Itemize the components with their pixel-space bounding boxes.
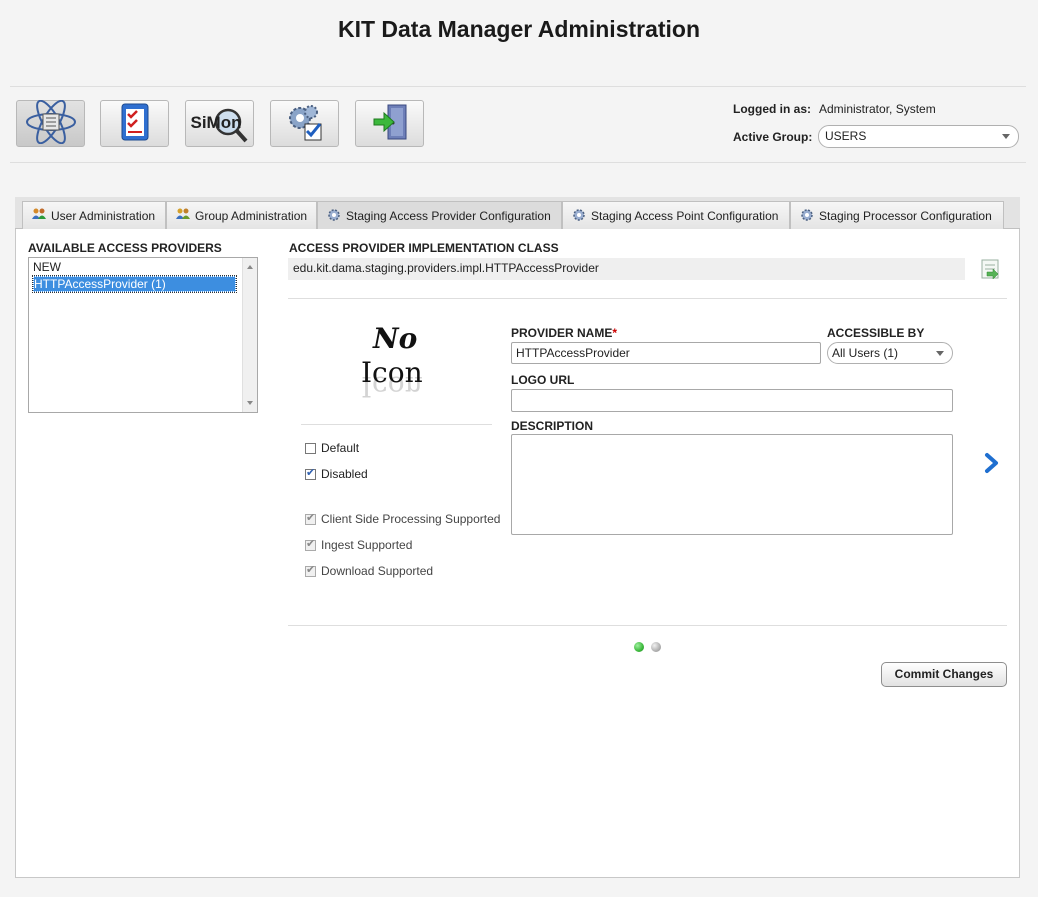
ingest-label: Ingest Supported (321, 538, 413, 552)
list-item-selected[interactable]: HTTPAccessProvider (1) (32, 275, 237, 293)
required-mark: * (612, 326, 618, 340)
group-icon (176, 208, 190, 223)
app-title: KIT Data Manager Administration (337, 16, 701, 42)
icon-divider (301, 424, 492, 425)
pager-dot[interactable] (651, 642, 661, 652)
checklist-button[interactable] (100, 100, 169, 147)
default-checkbox[interactable]: Default (305, 441, 359, 455)
download-supported-checkbox: ✔ Download Supported (305, 564, 433, 578)
impl-class-label: ACCESS PROVIDER IMPLEMENTATION CLASS (289, 241, 559, 255)
footer-divider (288, 625, 1007, 626)
tab-label: User Administration (51, 208, 156, 223)
tab-label: Staging Access Provider Configuration (346, 208, 551, 223)
provider-name-label: PROVIDER NAME* (511, 326, 618, 340)
atom-list-icon (23, 99, 79, 147)
disabled-label: Disabled (321, 467, 368, 481)
checkbox-box[interactable]: ✔ (305, 466, 316, 480)
header-divider-bottom (10, 162, 1026, 163)
ingest-supported-checkbox: ✔ Ingest Supported (305, 538, 412, 552)
check-icon: ✔ (306, 511, 316, 524)
providers-listbox[interactable]: NEW HTTPAccessProvider (1) (28, 257, 258, 413)
client-side-label: Client Side Processing Supported (321, 512, 501, 526)
no-icon-line1: No (373, 322, 418, 355)
scroll-down-icon (247, 401, 253, 405)
pager-dot-active[interactable] (634, 642, 644, 652)
commit-changes-button[interactable]: Commit Changes (881, 662, 1007, 687)
checkbox-box: ✔ (305, 563, 316, 577)
description-textarea[interactable] (511, 434, 953, 535)
gear-icon (800, 208, 814, 224)
active-group-label: Active Group: (733, 130, 813, 144)
listbox-scrollbar[interactable] (242, 258, 257, 412)
accessible-by-label: ACCESSIBLE BY (827, 326, 925, 340)
download-label: Download Supported (321, 564, 434, 578)
header-divider-top (10, 86, 1026, 87)
check-icon: ✔ (306, 466, 316, 479)
impl-class-field: edu.kit.dama.staging.providers.impl.HTTP… (288, 258, 965, 280)
logged-in-label: Logged in as: (733, 102, 811, 116)
checkbox-box[interactable] (305, 442, 316, 454)
tab-staging-processor-configuration[interactable]: Staging Processor Configuration (790, 201, 1004, 229)
administration-button[interactable] (16, 99, 85, 147)
scroll-up-icon (247, 265, 253, 269)
section-divider (288, 298, 1007, 299)
settings-button[interactable] (270, 100, 339, 147)
logo-url-label: LOGO URL (511, 373, 575, 387)
list-item[interactable]: NEW (33, 260, 61, 274)
disabled-checkbox[interactable]: ✔ Disabled (305, 467, 368, 481)
gears-check-icon (283, 100, 327, 147)
tab-label: Staging Access Point Configuration (591, 208, 779, 223)
active-group-select[interactable]: USERS (818, 125, 1019, 148)
simon-button[interactable]: SiMon (185, 100, 254, 147)
checkbox-box: ✔ (305, 537, 316, 551)
default-label: Default (321, 441, 360, 455)
accessible-by-value: All Users (1) (832, 346, 899, 360)
chevron-down-icon (936, 351, 944, 356)
provider-icon-image: No Icon Icon (355, 322, 445, 412)
tab-staging-access-provider-configuration[interactable]: Staging Access Provider Configuration (317, 201, 562, 229)
exit-door-icon (368, 100, 412, 147)
checkbox-box: ✔ (305, 511, 316, 525)
logged-in-value: Administrator, System (819, 102, 936, 116)
edit-class-icon[interactable] (979, 258, 1003, 280)
chevron-down-icon (1002, 134, 1010, 139)
no-icon-reflection: Icon (361, 370, 423, 403)
check-icon: ✔ (306, 537, 316, 550)
active-group-value: USERS (825, 129, 867, 143)
simon-magnifier-icon: SiMon (188, 102, 252, 146)
available-providers-label: AVAILABLE ACCESS PROVIDERS (28, 241, 222, 255)
logo-url-input[interactable] (511, 389, 953, 412)
users-icon (32, 208, 46, 223)
checklist-icon (115, 100, 155, 147)
tab-user-administration[interactable]: User Administration (22, 201, 166, 229)
provider-name-input[interactable]: HTTPAccessProvider (511, 342, 821, 364)
tab-label: Staging Processor Configuration (819, 208, 992, 223)
tab-staging-access-point-configuration[interactable]: Staging Access Point Configuration (562, 201, 790, 229)
gear-icon (572, 208, 586, 224)
description-label: DESCRIPTION (511, 419, 594, 433)
logout-button[interactable] (355, 100, 424, 147)
accessible-by-select[interactable]: All Users (1) (827, 342, 953, 364)
gear-icon (327, 208, 341, 224)
simon-label: SiMon (190, 112, 242, 132)
tab-label: Group Administration (195, 208, 308, 223)
client-side-processing-checkbox: ✔ Client Side Processing Supported (305, 512, 500, 526)
check-icon: ✔ (306, 563, 316, 576)
tab-group-administration[interactable]: Group Administration (166, 201, 317, 229)
next-page-icon[interactable] (983, 452, 1001, 474)
